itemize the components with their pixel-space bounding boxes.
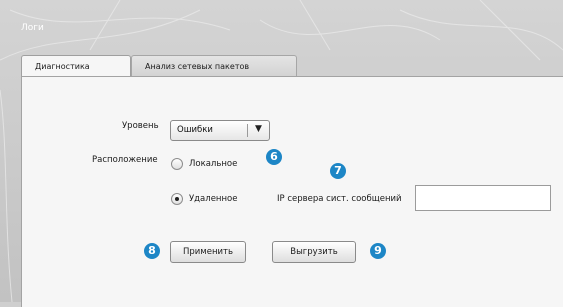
callout-9: 9 [370,243,386,259]
window-frame: Логи Диагностика Анализ сетевых пакетов … [0,0,563,307]
level-select[interactable]: Ошибки ▼ [170,120,270,141]
tab-diagnostics[interactable]: Диагностика [21,55,131,76]
radio-remote-label: Удаленное [189,194,238,204]
callout-7: 7 [330,163,346,179]
window-title: Логи [21,23,44,33]
radio-local[interactable] [171,158,183,170]
radio-local-label: Локальное [189,159,238,169]
apply-button[interactable]: Применить [170,241,246,263]
radio-remote[interactable] [171,193,183,205]
ip-server-label: IP сервера сист. сообщений [277,194,402,204]
location-label: Расположение [92,155,158,165]
ip-server-input[interactable] [415,185,551,211]
callout-6: 6 [266,149,282,165]
radio-selected-dot [175,197,179,201]
chevron-down-icon: ▼ [255,124,262,134]
export-button[interactable]: Выгрузить [272,241,356,263]
level-label: Уровень [122,121,159,131]
tab-packet-analysis[interactable]: Анализ сетевых пакетов [131,55,297,76]
callout-8: 8 [144,243,160,259]
select-divider [247,124,248,137]
level-select-value: Ошибки [177,125,213,135]
